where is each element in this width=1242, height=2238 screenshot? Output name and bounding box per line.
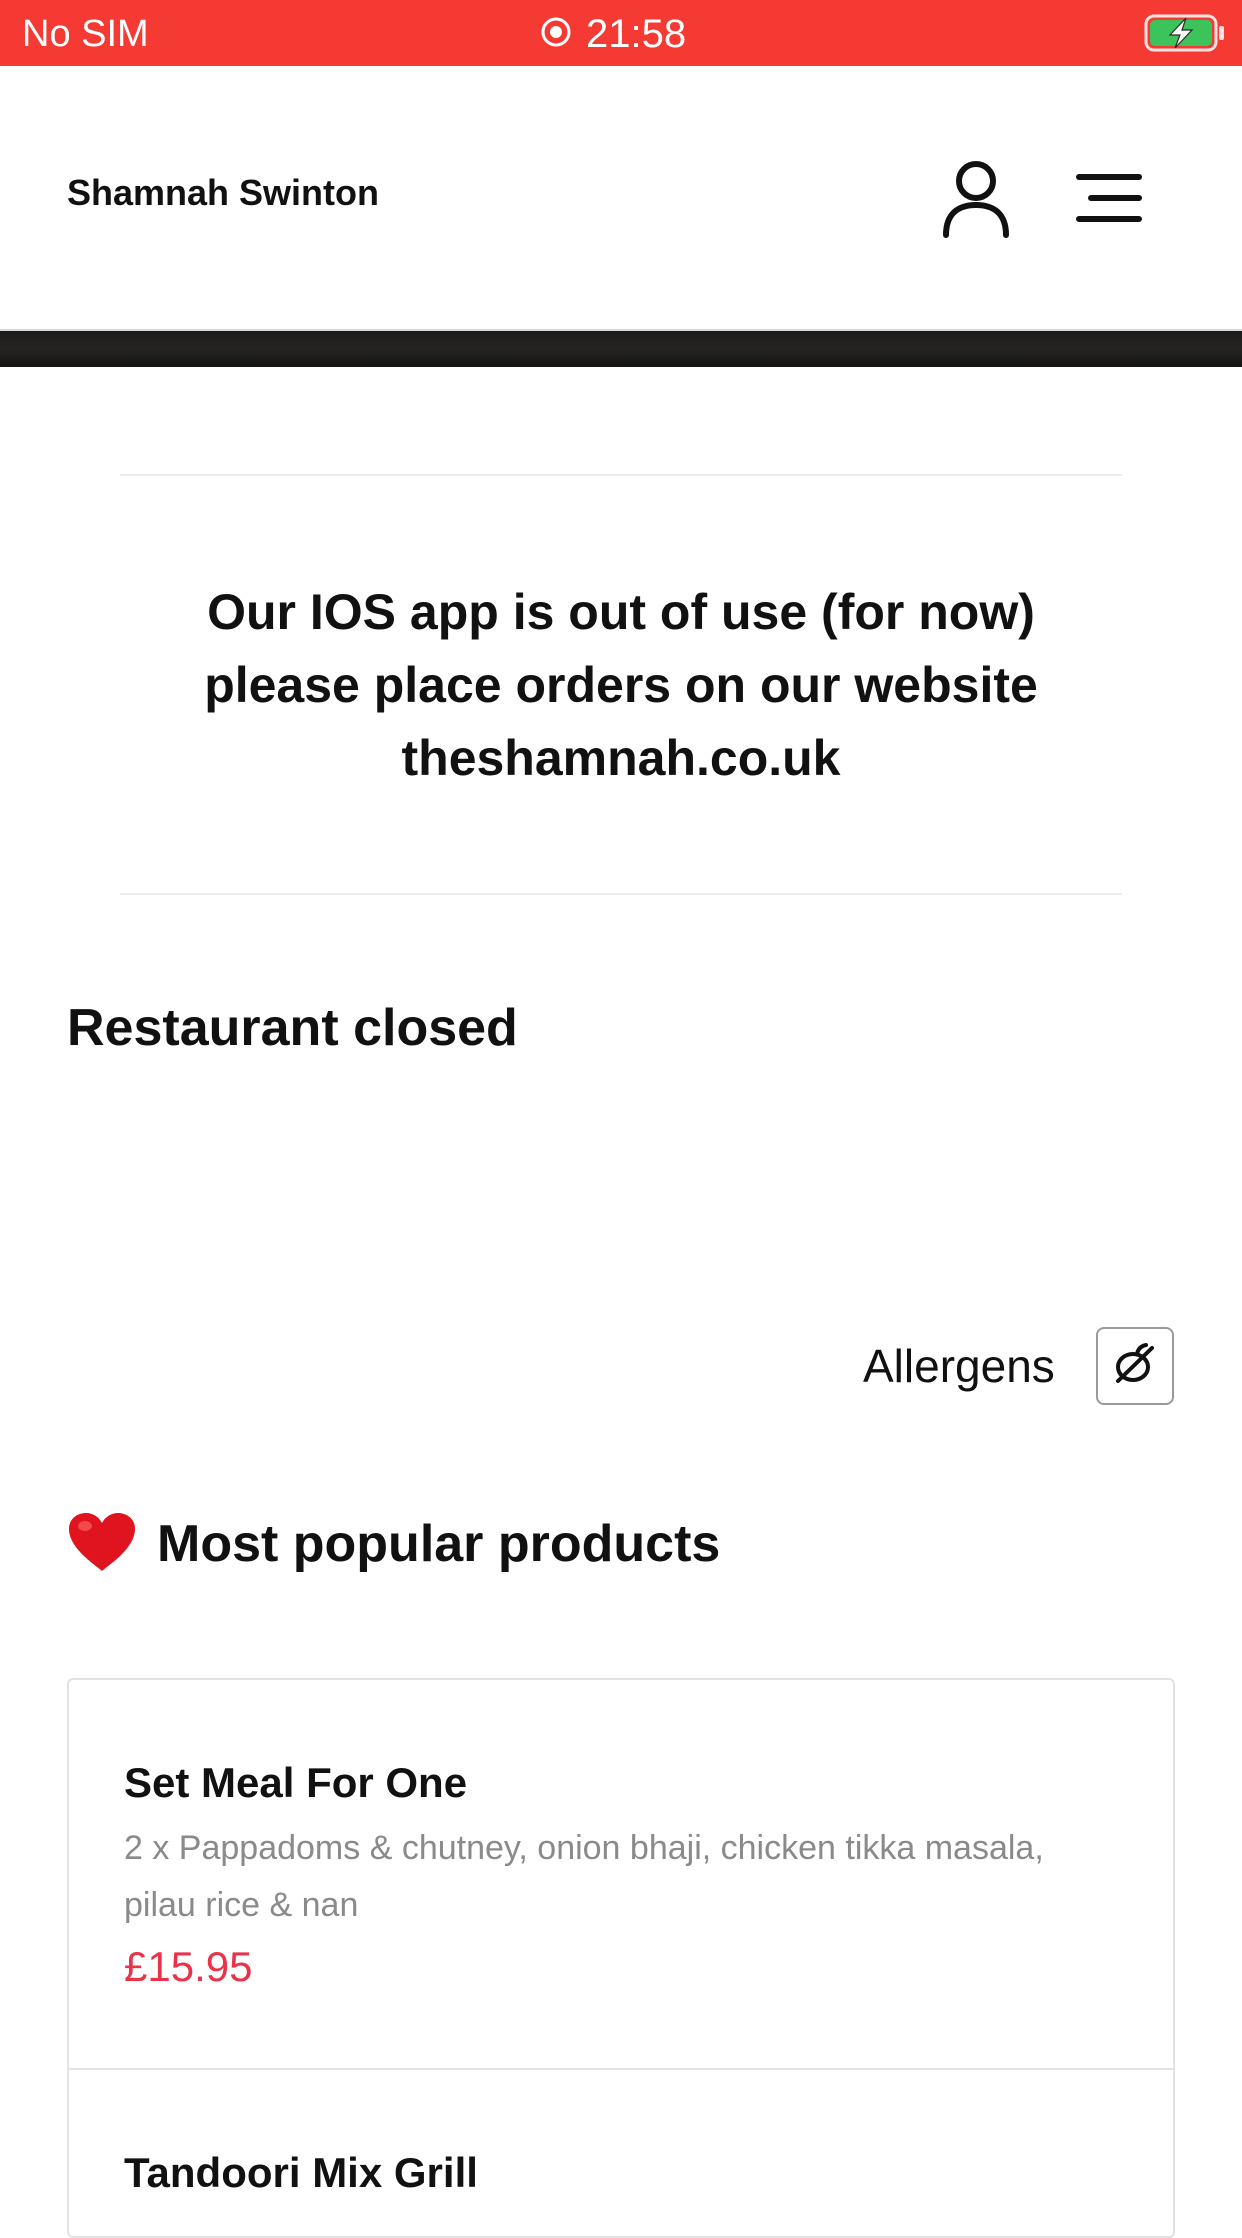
menu-icon[interactable] bbox=[1076, 172, 1142, 229]
restaurant-status: Restaurant closed bbox=[67, 999, 518, 1057]
notice-divider-bottom bbox=[120, 893, 1122, 895]
notice-divider-top bbox=[120, 474, 1122, 476]
battery-charging-icon bbox=[1144, 14, 1226, 57]
hero-image bbox=[0, 331, 1242, 367]
popular-section-heading: Most popular products bbox=[67, 1508, 720, 1580]
allergens-icon bbox=[1110, 1339, 1160, 1394]
product-item[interactable]: Tandoori Mix Grill bbox=[69, 2070, 1173, 2236]
product-description: 2 x Pappadoms & chutney, onion bhaji, ch… bbox=[124, 1829, 1044, 1924]
products-list: Set Meal For One 2 x Pappadoms & chutney… bbox=[67, 1678, 1175, 2238]
app-notice: Our IOS app is out of use (for now) plea… bbox=[204, 584, 1038, 786]
product-item[interactable]: Set Meal For One 2 x Pappadoms & chutney… bbox=[69, 1680, 1173, 2070]
location-icon bbox=[540, 16, 572, 53]
status-bar: No SIM 21:58 bbox=[0, 0, 1242, 66]
status-time: 21:58 bbox=[586, 12, 687, 56]
popular-title: Most popular products bbox=[157, 1515, 721, 1573]
app-header: Shamnah Swinton bbox=[0, 66, 1242, 329]
product-name: Set Meal For One bbox=[124, 1759, 468, 1806]
brand-name[interactable]: Shamnah Swinton bbox=[67, 173, 379, 213]
allergens-label[interactable]: Allergens bbox=[863, 1340, 1055, 1392]
product-name: Tandoori Mix Grill bbox=[124, 2149, 478, 2196]
product-price: £15.95 bbox=[124, 1943, 253, 1990]
allergens-button[interactable] bbox=[1096, 1327, 1174, 1405]
carrier-label: No SIM bbox=[22, 13, 149, 55]
heart-icon bbox=[67, 1511, 137, 1578]
status-center: 21:58 bbox=[540, 12, 686, 56]
account-icon[interactable] bbox=[940, 159, 1012, 244]
